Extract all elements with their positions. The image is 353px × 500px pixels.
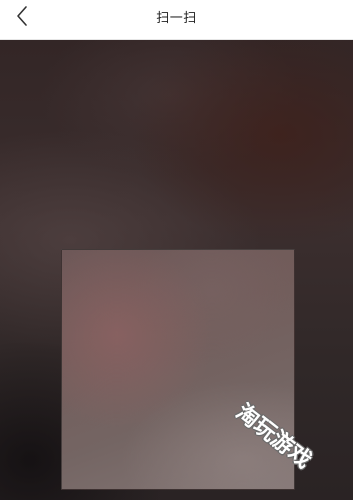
page-title: 扫一扫 <box>156 11 197 26</box>
top-nav-bar: 扫一扫 <box>0 0 353 40</box>
camera-preview <box>0 40 353 500</box>
